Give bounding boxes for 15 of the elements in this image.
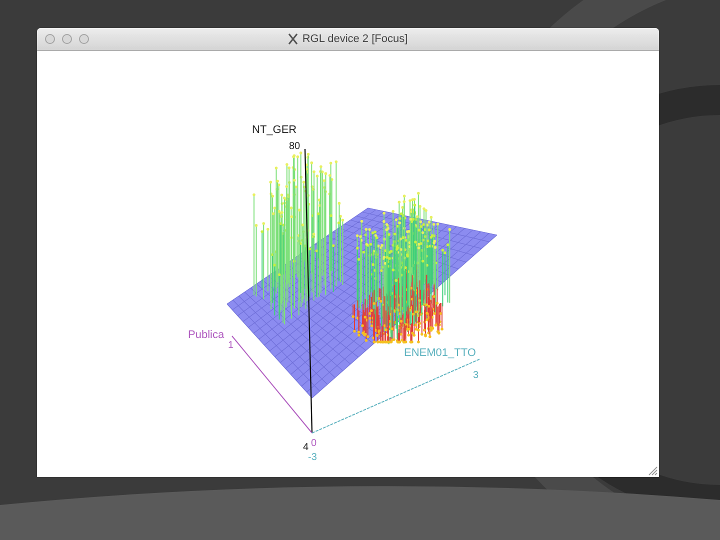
x-logo-icon <box>288 33 298 45</box>
axis-tick-label: -3 <box>308 452 317 464</box>
resize-grip-icon[interactable] <box>648 466 658 476</box>
axis-label: NT_GER <box>252 124 297 137</box>
axis-tick-label: 80 <box>289 141 300 153</box>
axis-label: ENEM01_TTO <box>404 347 476 360</box>
window-title: RGL device 2 [Focus] <box>302 33 408 45</box>
axis-tick-label: 1 <box>228 340 234 352</box>
axis-tick-label: 3 <box>473 370 479 382</box>
axis-label: Publica <box>188 329 224 342</box>
zoom-button[interactable] <box>79 34 89 44</box>
close-button[interactable] <box>45 34 55 44</box>
axis-tick-label: 0 <box>311 438 317 450</box>
minimize-button[interactable] <box>62 34 72 44</box>
axis-tick-label: 4 <box>303 442 309 453</box>
